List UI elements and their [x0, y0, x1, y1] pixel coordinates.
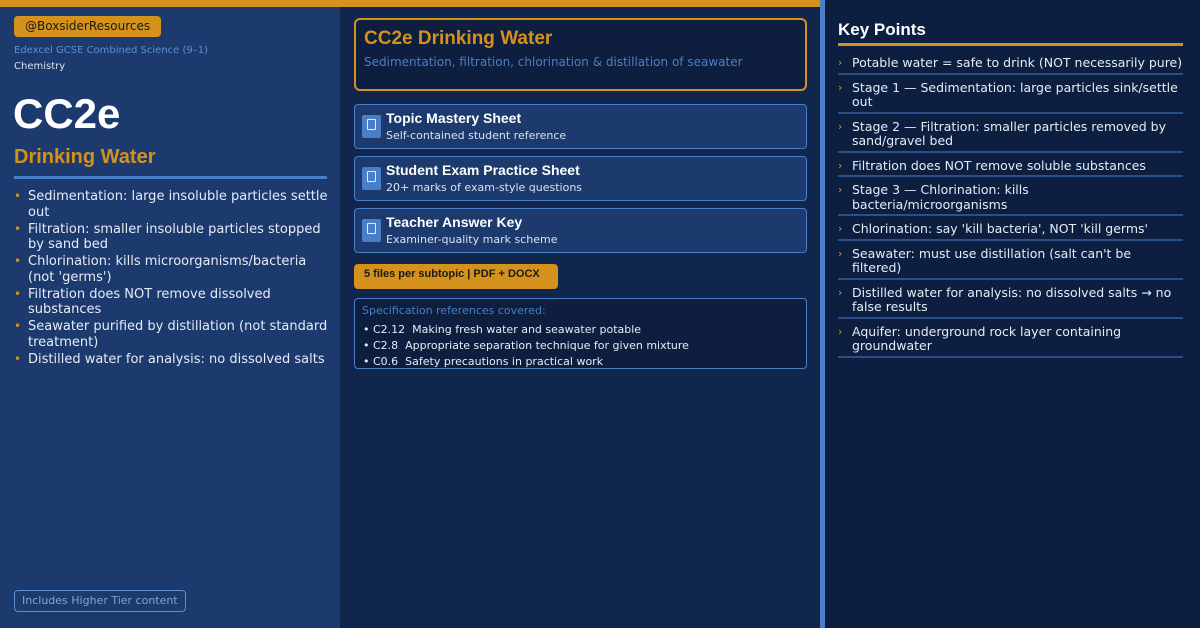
- bullet-dot-icon: •: [14, 189, 22, 203]
- list-item: • Sedimentation: large insoluble particle…: [14, 189, 328, 220]
- bullet-dot-icon: •: [14, 319, 22, 333]
- key-points-divider: [838, 43, 1183, 46]
- spec-list: • C2.12 Making fresh water and seawater …: [363, 322, 689, 370]
- spec-title: Specification references covered:: [362, 304, 546, 317]
- chevron-right-icon: ›: [838, 222, 843, 235]
- document-icon: [362, 115, 381, 138]
- card-title: Topic Mastery Sheet: [386, 110, 522, 126]
- key-points-list: › Potable water = safe to drink (NOT nece…: [838, 53, 1183, 361]
- list-item: • C2.8 Appropriate separation technique …: [363, 339, 689, 352]
- list-item: › Stage 1 — Sedimentation: large particle…: [838, 78, 1183, 114]
- specification-box: Specification references covered: • C2.1…: [354, 298, 807, 369]
- document-icon: [362, 167, 381, 190]
- chevron-right-icon: ›: [838, 80, 843, 94]
- bullet-dot-icon: •: [14, 221, 22, 236]
- summary-list: • Sedimentation: large insoluble particle…: [14, 189, 332, 369]
- list-item: › Seawater: must use distillation (salt c…: [838, 244, 1183, 280]
- topic-title: Drinking Water: [14, 146, 156, 168]
- list-item: › Chlorination: say 'kill bacteria', NOT …: [838, 219, 1183, 241]
- list-item: • Filtration: smaller insoluble particles…: [14, 221, 321, 253]
- list-item: • Distilled water for analysis: no dissol…: [14, 351, 325, 367]
- bullet-dot-icon: •: [14, 254, 22, 268]
- list-item: › Distilled water for analysis: no dissol…: [838, 283, 1183, 319]
- subject-label: Chemistry: [14, 61, 66, 72]
- left-panel: @BoxsiderResources Edexcel GCSE Combined…: [0, 7, 340, 628]
- chevron-right-icon: ›: [838, 183, 843, 196]
- hero-card: CC2e Drinking Water Sedimentation, filtr…: [354, 18, 807, 91]
- files-badge: 5 files per subtopic | PDF + DOCX: [354, 264, 558, 289]
- list-item: › Stage 3 — Chlorination: kills bacteria/…: [838, 180, 1183, 216]
- key-points-title: Key Points: [838, 20, 926, 39]
- bullet-dot-icon: •: [14, 351, 22, 366]
- bullet-dot-icon: •: [14, 286, 22, 301]
- chevron-right-icon: ›: [838, 246, 843, 260]
- list-item: • Seawater purified by distillation (not …: [14, 319, 328, 350]
- list-item: › Aquifer: underground rock layer contain…: [838, 322, 1183, 358]
- hero-subtitle: Sedimentation, filtration, chlorination …: [364, 55, 743, 69]
- resource-card-topic-mastery[interactable]: Topic Mastery Sheet Self-contained stude…: [354, 104, 807, 149]
- resource-card-exam-practice[interactable]: Student Exam Practice Sheet 20+ marks of…: [354, 156, 807, 201]
- chevron-right-icon: ›: [838, 158, 843, 172]
- chevron-right-icon: ›: [838, 56, 843, 69]
- title-divider: [14, 176, 327, 179]
- card-title: Student Exam Practice Sheet: [386, 162, 580, 178]
- chevron-right-icon: ›: [838, 119, 843, 133]
- chevron-right-icon: ›: [838, 324, 843, 338]
- topic-code: CC2e: [13, 90, 121, 137]
- card-description: Self-contained student reference: [386, 129, 567, 142]
- card-description: 20+ marks of exam-style questions: [386, 181, 583, 194]
- higher-tier-badge: Includes Higher Tier content: [14, 590, 186, 612]
- list-item: › Filtration does NOT remove soluble subs…: [838, 156, 1183, 177]
- exam-board: Edexcel GCSE Combined Science (9–1): [14, 45, 209, 56]
- hero-title: CC2e Drinking Water: [364, 28, 553, 49]
- list-item: › Potable water = safe to drink (NOT nece…: [838, 53, 1183, 75]
- card-title: Teacher Answer Key: [386, 214, 523, 230]
- top-accent-bar: [0, 0, 820, 7]
- resource-card-answer-key[interactable]: Teacher Answer Key Examiner-quality mark…: [354, 208, 807, 253]
- key-points-panel: Key Points › Potable water = safe to drin…: [825, 0, 1200, 628]
- handle-badge[interactable]: @BoxsiderResources: [14, 16, 162, 37]
- list-item: • Chlorination: kills microorganisms/bact…: [14, 254, 307, 285]
- card-description: Examiner-quality mark scheme: [386, 233, 558, 246]
- list-item: • C0.6 Safety precautions in practical w…: [363, 355, 604, 368]
- chevron-right-icon: ›: [838, 285, 843, 299]
- list-item: › Stage 2 — Filtration: smaller particles…: [838, 117, 1183, 153]
- middle-panel: CC2e Drinking Water Sedimentation, filtr…: [340, 7, 820, 628]
- list-item: • C2.12 Making fresh water and seawater …: [363, 323, 642, 336]
- document-icon: [362, 219, 381, 242]
- list-item: • Filtration does NOT remove dissolved su…: [14, 286, 271, 318]
